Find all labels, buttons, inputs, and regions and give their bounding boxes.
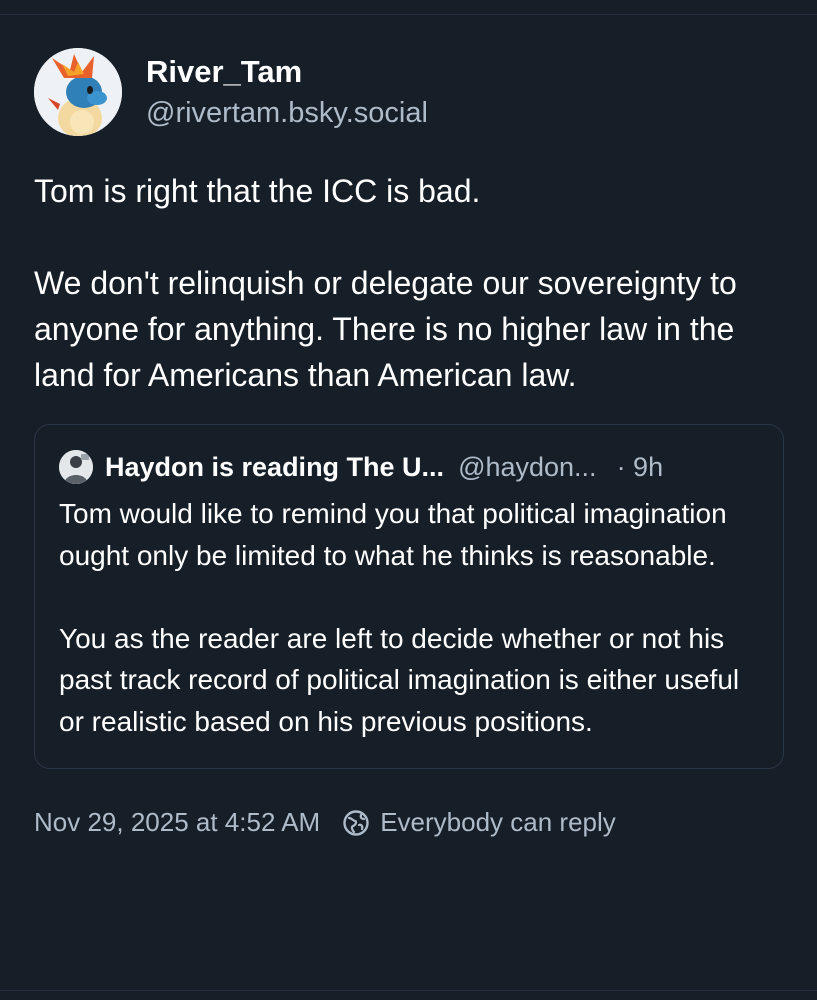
post: River_Tam @rivertam.bsky.social Tom is r… — [34, 44, 784, 838]
display-name[interactable]: River_Tam — [146, 52, 428, 92]
quote-author-name[interactable]: Haydon is reading The U... — [105, 452, 444, 483]
pokemon-avatar-icon — [34, 48, 122, 136]
quote-avatar[interactable] — [59, 450, 93, 484]
post-text: Tom is right that the ICC is bad. We don… — [34, 173, 737, 393]
reply-setting[interactable]: Everybody can reply — [380, 807, 616, 838]
author-names: River_Tam @rivertam.bsky.social — [146, 52, 428, 132]
globe-icon — [342, 809, 370, 837]
author-row: River_Tam @rivertam.bsky.social — [34, 44, 784, 140]
avatar[interactable] — [34, 48, 122, 136]
quote-header: Haydon is reading The U... @haydon... · … — [59, 447, 759, 487]
quote-author-handle[interactable]: @haydon... — [458, 452, 597, 483]
top-divider — [0, 14, 817, 15]
post-meta: Nov 29, 2025 at 4:52 AM Everybody can re… — [34, 807, 784, 838]
quote-text: Tom would like to remind you that politi… — [59, 498, 740, 737]
quote-author-avatar-icon — [59, 450, 93, 484]
quote-time[interactable]: · 9h — [617, 452, 664, 483]
author-handle[interactable]: @rivertam.bsky.social — [146, 94, 428, 132]
post-timestamp: Nov 29, 2025 at 4:52 AM — [34, 807, 321, 837]
quoted-post[interactable]: Haydon is reading The U... @haydon... · … — [34, 424, 784, 769]
bottom-divider — [0, 990, 817, 991]
